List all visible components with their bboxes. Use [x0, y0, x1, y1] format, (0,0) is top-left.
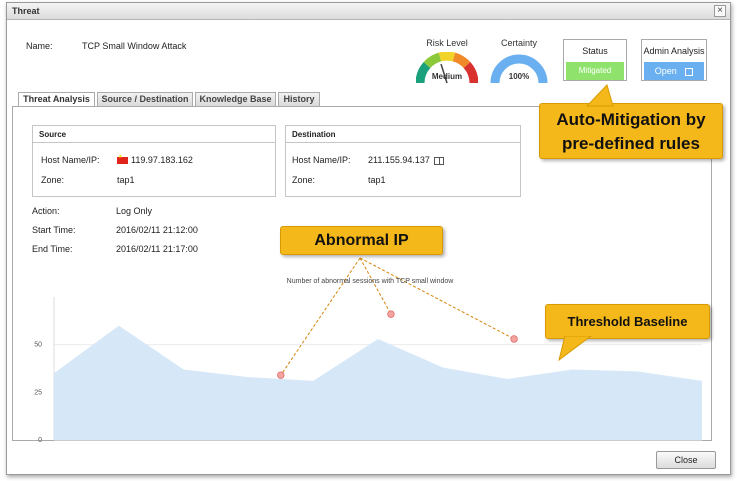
close-button[interactable]: Close — [656, 451, 716, 469]
threshold-baseline-callout: Threshold Baseline — [545, 304, 710, 339]
name-label: Name: — [26, 41, 53, 51]
china-flag-icon — [117, 154, 128, 165]
status-box: Status Mitigated — [563, 39, 627, 81]
risk-level-value: Medium — [431, 72, 463, 81]
action-value: Log Only — [116, 206, 153, 216]
status-label: Status — [582, 46, 608, 56]
risk-level-gauge: Risk Level Medium — [416, 38, 478, 84]
abnormal-ip-callout: Abnormal IP — [280, 226, 443, 255]
auto-mitigation-callout: Auto-Mitigation by pre-defined rules — [539, 103, 723, 159]
end-time-value: 2016/02/11 21:17:00 — [116, 244, 198, 254]
tab-source-destination[interactable]: Source / Destination — [97, 92, 193, 107]
start-time-value: 2016/02/11 21:12:00 — [116, 225, 198, 235]
source-host-label: Host Name/IP: — [41, 155, 100, 165]
end-time-label: End Time: — [32, 244, 73, 254]
destination-box: Destination Host Name/IP: 211.155.94.137… — [285, 125, 521, 197]
admin-analysis-label: Admin Analysis — [643, 46, 705, 56]
start-time-label: Start Time: — [32, 225, 76, 235]
source-header: Source — [33, 126, 275, 143]
threshold-pointer-icon — [558, 336, 592, 362]
certainty-label: Certainty — [500, 38, 537, 48]
dialog-titlebar: Threat × — [7, 3, 730, 20]
admin-analysis-value: Open — [654, 66, 677, 76]
tab-threat-analysis[interactable]: Threat Analysis — [18, 92, 95, 107]
admin-analysis-open-button[interactable]: Open — [644, 62, 704, 80]
destination-host-label: Host Name/IP: — [292, 155, 351, 165]
auto-mitigation-pointer-icon — [585, 84, 614, 107]
close-icon[interactable]: × — [714, 5, 726, 17]
book-icon[interactable] — [433, 156, 444, 165]
admin-analysis-box: Admin Analysis Open — [641, 39, 707, 81]
certainty-value: 100% — [508, 72, 530, 81]
source-zone-value: tap1 — [117, 175, 135, 185]
risk-level-label: Risk Level — [426, 38, 468, 48]
source-host-value: 119.97.183.162 — [131, 155, 193, 165]
source-host: 119.97.183.162 — [117, 154, 193, 165]
edit-icon — [685, 67, 694, 76]
dialog-title: Threat — [12, 6, 40, 16]
destination-zone-value: tap1 — [368, 175, 386, 185]
source-zone-label: Zone: — [41, 175, 65, 185]
certainty-gauge: Certainty 100% — [490, 38, 548, 84]
destination-zone-label: Zone: — [292, 175, 316, 185]
status-badge: Mitigated — [566, 62, 624, 80]
source-box: Source Host Name/IP: 119.97.183.162 Zone… — [32, 125, 276, 197]
destination-header: Destination — [286, 126, 520, 143]
action-label: Action: — [32, 206, 60, 216]
threat-name: TCP Small Window Attack — [82, 41, 187, 51]
tab-knowledge-base[interactable]: Knowledge Base — [195, 92, 276, 107]
destination-host-value: 211.155.94.137 — [368, 155, 430, 165]
destination-host: 211.155.94.137 — [368, 155, 444, 165]
tab-history[interactable]: History — [278, 92, 320, 107]
